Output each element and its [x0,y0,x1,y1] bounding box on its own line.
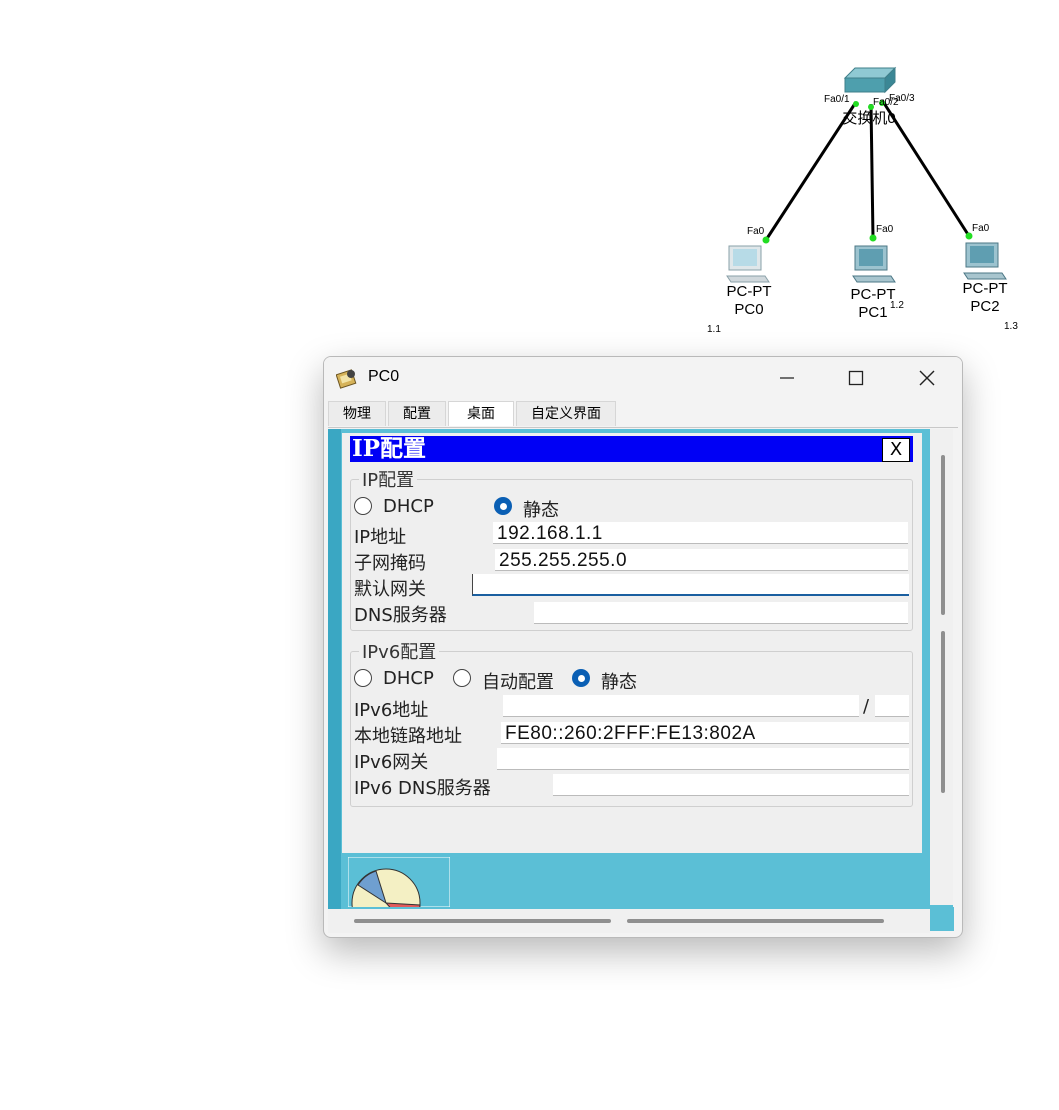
dialog-title: IP配置 [352,435,427,462]
pc-type: PC-PT [726,283,772,300]
minimize-icon [780,377,794,379]
ipv6-static-radio[interactable] [572,669,590,687]
port-dot [762,236,770,244]
ipv6-auto-config-radio[interactable] [453,669,471,687]
switch-name: 交换机0 [842,110,896,127]
pc-address-note: 1.1 [707,324,721,335]
ipv4-group: IP配置 DHCP 静态 IP地址 192.168.1.1 子网掩码 255.2… [350,466,913,631]
dialog-title-bar: IP配置 X [350,436,913,462]
tab-divider [328,427,958,428]
tab-custom-interface[interactable]: 自定义界面 [516,401,616,426]
pc-port-label: Fa0 [972,223,990,234]
port-dot [853,101,859,107]
pc-label: PC-PT PC0 [714,283,784,319]
pc-port-label: Fa0 [747,226,765,237]
dialog-close-button[interactable]: X [882,438,910,462]
pc-type: PC-PT [962,280,1008,297]
link-local-address-input[interactable]: FE80::260:2FFF:FE13:802A [501,722,909,744]
pc-window: PC0 物理 配置 桌面 自定义界面 IP配置 X IP配置 DHCP 静态 I… [323,356,963,938]
default-gateway-input[interactable] [472,574,909,596]
pc-name: PC0 [734,301,764,318]
ipv6-prefix-input[interactable] [875,695,909,717]
vertical-scrollbar[interactable] [930,429,953,905]
ipv6-group-title: IPv6配置 [359,638,440,664]
vertical-scroll-thumb[interactable] [941,631,945,793]
pc-icon[interactable] [963,242,1007,280]
subnet-mask-label: 子网掩码 [354,553,426,574]
ipv6-gateway-input[interactable] [497,748,909,770]
ipv4-static-radio[interactable] [494,497,512,515]
ipv6-dns-server-input[interactable] [553,774,909,796]
vertical-scroll-thumb[interactable] [941,455,945,615]
title-bar[interactable]: PC0 [324,357,962,399]
app-chart-icon[interactable] [348,857,450,907]
switch-port-label: Fa0/3 [889,93,915,104]
pc-label: PC-PT PC2 [950,280,1020,316]
ipv6-static-label: 静态 [601,672,637,693]
minimize-button[interactable] [764,363,810,393]
desktop-area: IP配置 X IP配置 DHCP 静态 IP地址 192.168.1.1 子网掩… [328,429,953,909]
ip-address-input[interactable]: 192.168.1.1 [493,522,908,544]
subnet-mask-input[interactable]: 255.255.255.0 [495,549,908,571]
pc-config-icon [336,369,357,389]
link-local-address-label: 本地链路地址 [354,726,462,747]
ipv6-dns-server-label: IPv6 DNS服务器 [354,778,491,799]
pc-address-note: 1.2 [890,300,904,311]
desktop-edge [328,429,341,909]
default-gateway-label: 默认网关 [354,579,426,600]
switch-icon[interactable] [843,66,897,94]
scroll-corner [930,907,954,931]
ipv6-gateway-label: IPv6网关 [354,752,429,773]
ipv6-address-label: IPv6地址 [354,700,429,721]
pc-address-note: 1.3 [1004,321,1018,332]
ipv4-static-label: 静态 [523,500,559,521]
pc-icon[interactable] [726,245,770,283]
ipv6-dhcp-label: DHCP [383,668,434,689]
ipv4-dhcp-radio[interactable] [354,497,372,515]
horizontal-scroll-thumb[interactable] [354,919,611,923]
horizontal-scroll-thumb[interactable] [627,919,884,923]
pc-port-label: Fa0 [876,224,894,235]
close-button[interactable] [904,363,950,393]
dns-server-label: DNS服务器 [354,605,447,626]
ipv6-auto-config-label: 自动配置 [482,672,554,693]
maximize-icon [848,370,864,386]
tab-physical[interactable]: 物理 [328,401,386,426]
ipv4-dhcp-label: DHCP [383,496,434,517]
ipv6-address-input[interactable] [503,695,859,717]
window-title: PC0 [368,368,400,385]
switch-port-label: Fa0/1 [824,94,850,105]
close-icon [919,370,935,386]
ipv6-group: IPv6配置 DHCP 自动配置 静态 IPv6地址 / 本地链路地址 FE80… [350,638,913,807]
ipv6-dhcp-radio[interactable] [354,669,372,687]
horizontal-scrollbar[interactable] [328,909,930,933]
prefix-separator: / [863,696,870,717]
tab-bar: 物理 配置 桌面 自定义界面 [328,401,618,427]
pc-icon[interactable] [852,245,896,283]
dns-server-input[interactable] [534,602,908,624]
port-dot [869,234,877,242]
ipv4-group-title: IP配置 [359,466,418,492]
tab-config[interactable]: 配置 [388,401,446,426]
ip-address-label: IP地址 [354,527,407,548]
ip-config-dialog: IP配置 X IP配置 DHCP 静态 IP地址 192.168.1.1 子网掩… [342,433,922,853]
maximize-button[interactable] [833,363,879,393]
pc-name: PC2 [970,298,1000,315]
tab-desktop[interactable]: 桌面 [448,401,514,426]
